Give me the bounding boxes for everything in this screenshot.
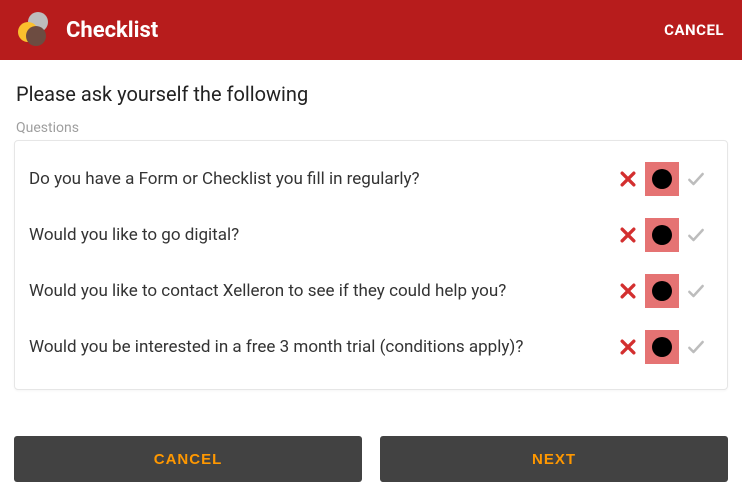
choice-group <box>611 162 713 196</box>
cross-icon <box>618 225 638 245</box>
cancel-button[interactable]: CANCEL <box>14 436 362 482</box>
choice-yes[interactable] <box>679 162 713 196</box>
choice-neutral[interactable] <box>645 274 679 308</box>
question-row: Would you be interested in a free 3 mont… <box>29 319 713 375</box>
check-icon <box>686 337 706 357</box>
cross-icon <box>618 337 638 357</box>
content-area: Please ask yourself the following Questi… <box>0 60 742 390</box>
prompt-text: Please ask yourself the following <box>14 82 728 106</box>
question-row: Would you like to go digital? <box>29 207 713 263</box>
choice-yes[interactable] <box>679 330 713 364</box>
choice-yes[interactable] <box>679 274 713 308</box>
question-text: Would you be interested in a free 3 mont… <box>29 336 601 359</box>
cross-icon <box>618 169 638 189</box>
section-label: Questions <box>14 120 728 136</box>
choice-no[interactable] <box>611 162 645 196</box>
choice-yes[interactable] <box>679 218 713 252</box>
choice-group <box>611 330 713 364</box>
check-icon <box>686 225 706 245</box>
question-text: Do you have a Form or Checklist you fill… <box>29 168 601 191</box>
choice-group <box>611 218 713 252</box>
question-row: Would you like to contact Xelleron to se… <box>29 263 713 319</box>
app-header: Checklist CANCEL <box>0 0 742 60</box>
question-text: Would you like to contact Xelleron to se… <box>29 280 601 303</box>
choice-neutral[interactable] <box>645 162 679 196</box>
choice-no[interactable] <box>611 218 645 252</box>
app-logo-icon <box>18 12 54 48</box>
dot-icon <box>652 337 672 357</box>
dot-icon <box>652 281 672 301</box>
dot-icon <box>652 169 672 189</box>
dot-icon <box>652 225 672 245</box>
header-title: Checklist <box>66 18 158 43</box>
choice-no[interactable] <box>611 330 645 364</box>
choice-neutral[interactable] <box>645 218 679 252</box>
footer-bar: CANCEL NEXT <box>0 426 742 500</box>
questions-card: Do you have a Form or Checklist you fill… <box>14 140 728 390</box>
question-row: Do you have a Form or Checklist you fill… <box>29 151 713 207</box>
header-cancel-button[interactable]: CANCEL <box>664 21 724 39</box>
header-left: Checklist <box>18 12 158 48</box>
check-icon <box>686 281 706 301</box>
choice-no[interactable] <box>611 274 645 308</box>
next-button[interactable]: NEXT <box>380 436 728 482</box>
check-icon <box>686 169 706 189</box>
choice-group <box>611 274 713 308</box>
question-text: Would you like to go digital? <box>29 224 601 247</box>
cross-icon <box>618 281 638 301</box>
choice-neutral[interactable] <box>645 330 679 364</box>
